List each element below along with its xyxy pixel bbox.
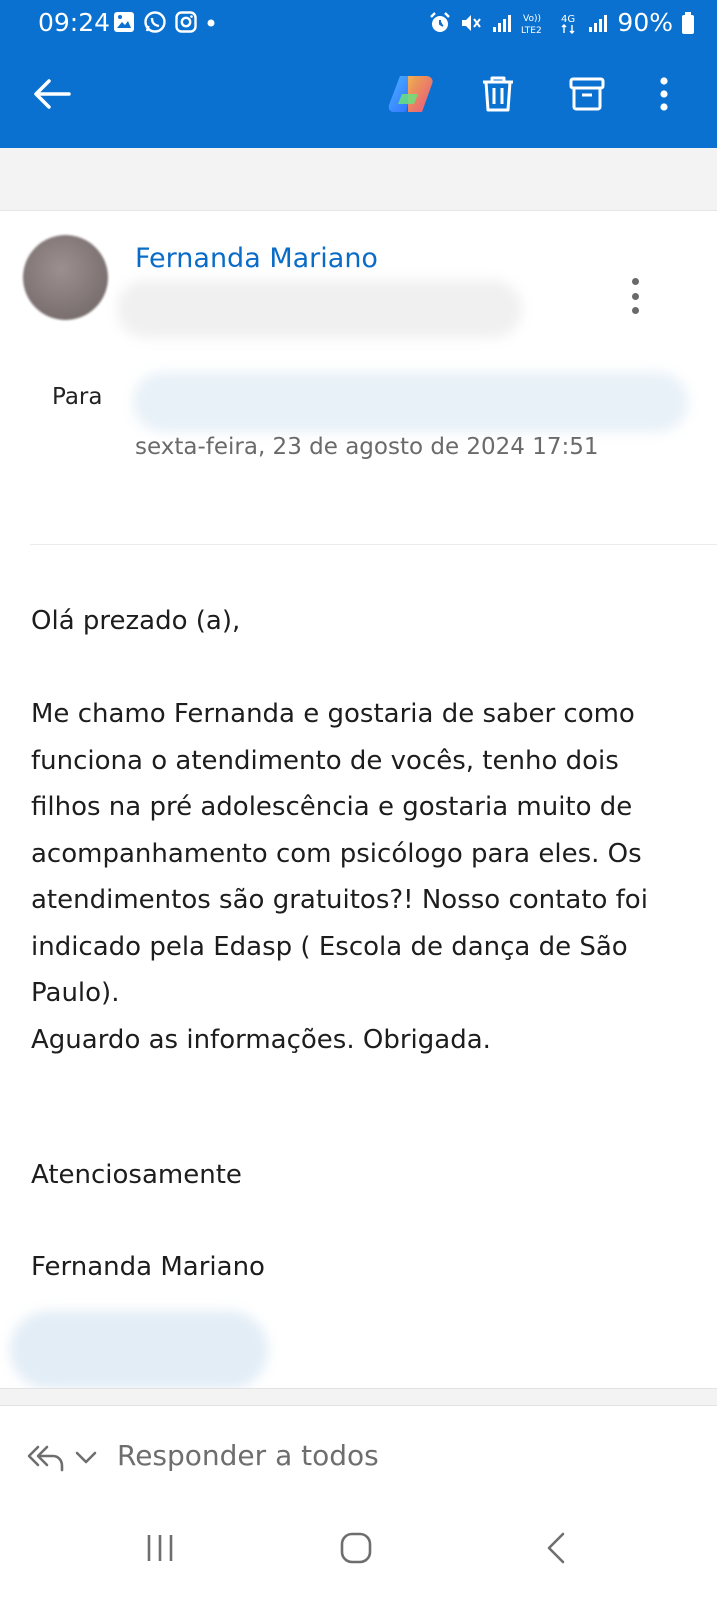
dot-icon [631, 307, 639, 314]
copilot-icon [388, 76, 433, 112]
divider [30, 544, 717, 545]
volte-icon: Vo)) LTE2 [521, 14, 542, 35]
trash-icon [483, 76, 513, 112]
reply-all-icon [27, 1445, 64, 1472]
archive-button[interactable] [563, 70, 611, 118]
app-header: 09:24 Vo)) LTE2 4G 90% [0, 0, 717, 148]
arrow-left-icon [34, 79, 71, 109]
archive-icon [569, 77, 605, 111]
message-more-button[interactable] [620, 278, 650, 314]
signal-icon-2 [589, 14, 608, 32]
signal-icon [493, 14, 512, 32]
header-spacer [0, 148, 717, 211]
recent-apps-icon[interactable] [145, 1533, 175, 1563]
chevron-down-icon[interactable] [74, 1450, 98, 1466]
network-4g-icon: 4G [561, 14, 576, 34]
delete-button[interactable] [474, 70, 522, 118]
body-greeting: Olá prezado (a), [31, 606, 241, 636]
more-vertical-icon [660, 77, 668, 111]
mute-icon [462, 14, 482, 31]
instagram-icon [175, 11, 197, 33]
body-signature: Fernanda Mariano [31, 1252, 265, 1282]
body-paragraph: Me chamo Fernanda e gostaria de saber co… [31, 699, 648, 1055]
svg-text:Vo)): Vo)) [523, 14, 541, 24]
dot-icon [631, 278, 639, 285]
alarm-icon [430, 11, 451, 32]
to-label: Para [52, 384, 103, 410]
back-button[interactable] [28, 70, 76, 118]
reply-all-label[interactable]: Responder a todos [117, 1439, 379, 1472]
recipient-redacted [133, 372, 688, 432]
gallery-icon [114, 12, 134, 32]
body-closing: Atenciosamente [31, 1160, 242, 1190]
dot-icon [207, 19, 215, 27]
whatsapp-icon [144, 11, 166, 33]
system-nav-bar [0, 1520, 717, 1600]
message-date: sexta-feira, 23 de agosto de 2024 17:51 [135, 434, 599, 460]
status-time: 09:24 [38, 8, 111, 37]
battery-percent: 90% [617, 8, 673, 37]
more-options-button[interactable] [640, 70, 688, 118]
sender-email-redacted [117, 280, 522, 338]
signature-redacted [10, 1311, 268, 1389]
home-icon[interactable] [340, 1532, 372, 1564]
battery-icon [682, 11, 694, 34]
status-system-icons: Vo)) LTE2 4G 90% [429, 8, 695, 37]
back-nav-icon[interactable] [545, 1532, 567, 1564]
svg-text:LTE2: LTE2 [521, 26, 542, 35]
sender-name[interactable]: Fernanda Mariano [135, 243, 378, 274]
avatar[interactable] [23, 235, 108, 320]
reply-separator [0, 1388, 717, 1406]
copilot-button[interactable] [387, 70, 435, 118]
status-notification-icons [113, 10, 217, 34]
network-label: 4G [561, 14, 575, 25]
dot-icon [631, 292, 639, 300]
